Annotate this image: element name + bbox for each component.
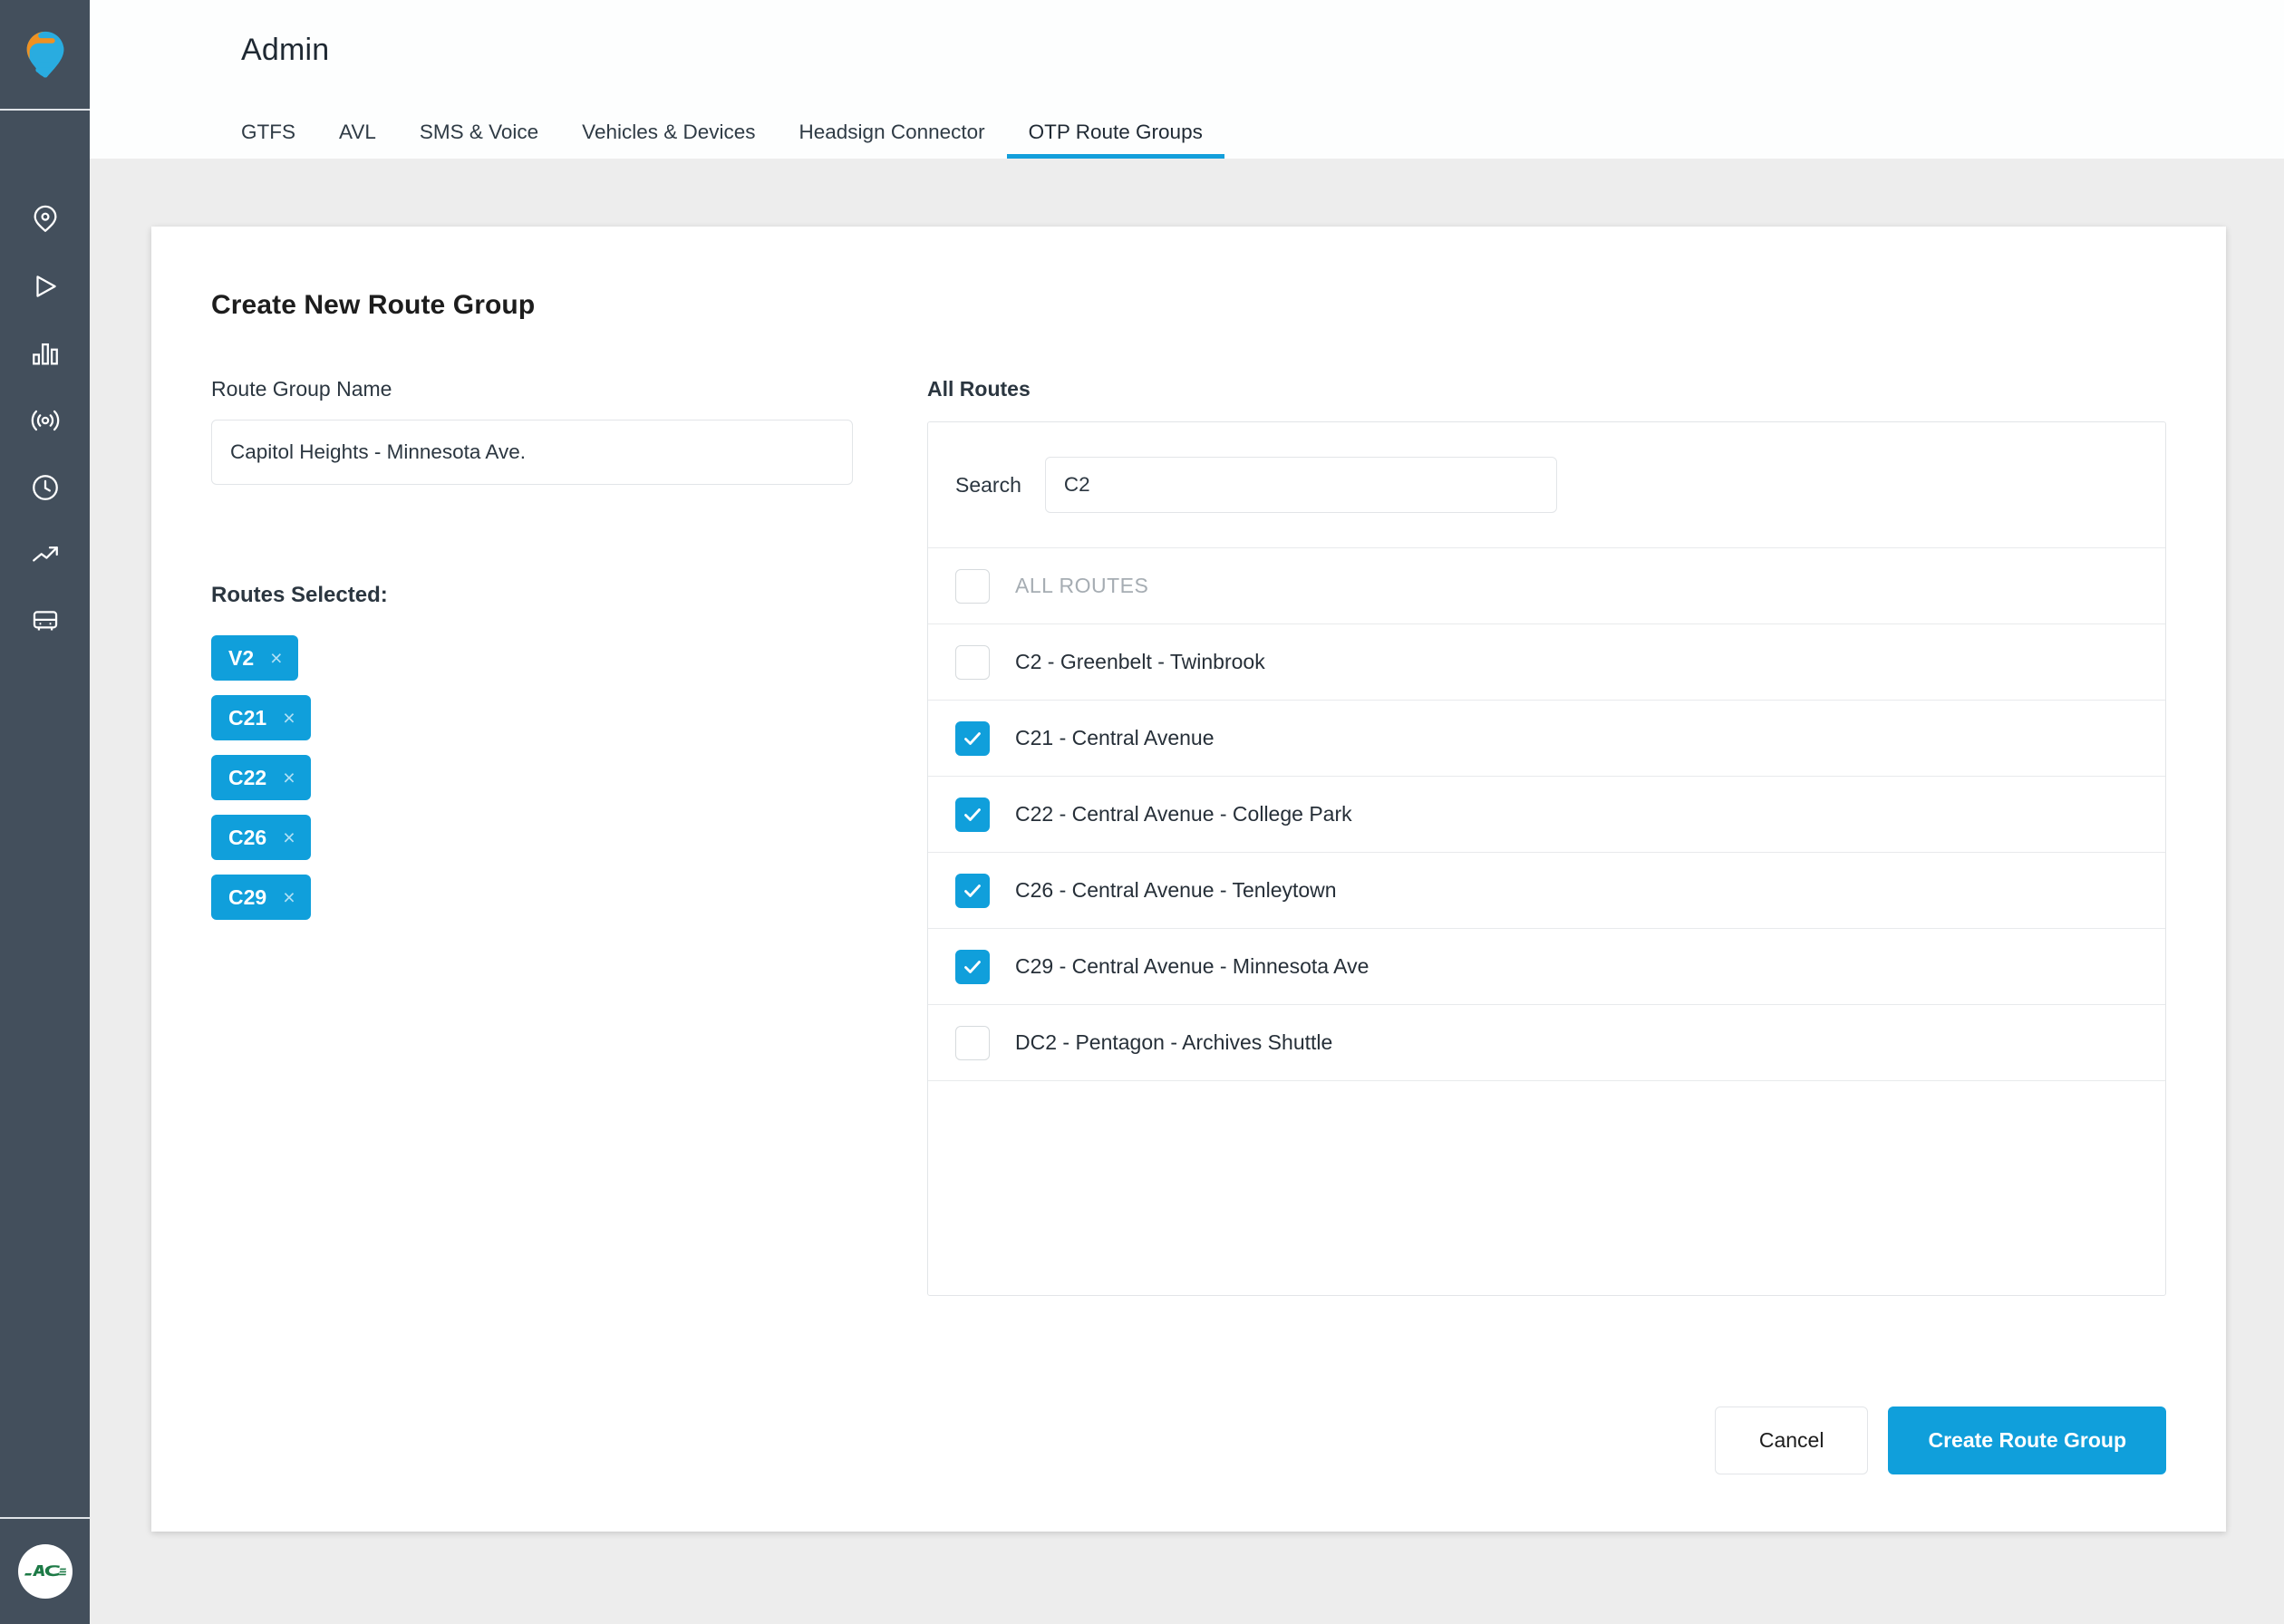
route-group-name-label: Route Group Name: [211, 377, 392, 401]
route-group-name-input[interactable]: [211, 420, 853, 485]
route-chip[interactable]: V2 ×: [211, 635, 298, 681]
check-icon: [964, 807, 981, 821]
all-routes-panel: Search ALL ROUTES C2 - Gr: [927, 421, 2166, 1296]
routes-selected-label: Routes Selected:: [211, 583, 388, 607]
tab-vehicles-devices[interactable]: Vehicles & Devices: [560, 121, 777, 160]
page-title: Admin: [241, 33, 330, 67]
chip-label: C29: [228, 884, 267, 909]
table-row[interactable]: DC2 - Pentagon - Archives Shuttle: [928, 1005, 2165, 1081]
all-routes-label: All Routes: [927, 377, 1031, 401]
tab-headsign-connector[interactable]: Headsign Connector: [778, 121, 1007, 160]
bar-chart-icon: [30, 338, 61, 369]
form-columns: Route Group Name Routes Selected: V2 × C…: [211, 377, 2166, 1474]
search-label: Search: [955, 472, 1021, 497]
route-chip[interactable]: C22 ×: [211, 755, 311, 800]
check-icon: [964, 731, 981, 745]
table-row[interactable]: C22 - Central Avenue - College Park: [928, 777, 2165, 853]
cancel-button[interactable]: Cancel: [1714, 1406, 1869, 1474]
tab-otp-route-groups[interactable]: OTP Route Groups: [1006, 121, 1225, 160]
tab-gtfs[interactable]: GTFS: [241, 121, 317, 160]
chip-remove-icon[interactable]: ×: [283, 886, 295, 908]
avatar[interactable]: [17, 1544, 73, 1599]
sidebar-item-vehicles[interactable]: [0, 588, 90, 655]
route-label: C29 - Central Avenue - Minnesota Ave: [1015, 954, 1369, 978]
route-chip[interactable]: C26 ×: [211, 815, 311, 860]
broadcast-icon: [29, 404, 62, 437]
main-column: Admin GTFS AVL SMS & Voice Vehicles & De…: [90, 0, 2284, 1624]
avatar-container[interactable]: [0, 1517, 90, 1624]
table-row[interactable]: C26 - Central Avenue - Tenleytown: [928, 853, 2165, 929]
route-chip[interactable]: C21 ×: [211, 695, 311, 740]
sidebar-item-trends[interactable]: [0, 521, 90, 588]
route-label: C21 - Central Avenue: [1015, 726, 1215, 749]
route-checkbox[interactable]: [955, 644, 990, 680]
checkbox-all-routes[interactable]: [955, 568, 990, 604]
check-icon: [964, 884, 981, 897]
tab-sms-voice[interactable]: SMS & Voice: [398, 121, 560, 160]
sidebar-nav: [0, 186, 90, 655]
sidebar-item-reports[interactable]: [0, 320, 90, 387]
table-row[interactable]: C29 - Central Avenue - Minnesota Ave: [928, 929, 2165, 1005]
route-label: C26 - Central Avenue - Tenleytown: [1015, 878, 1337, 902]
card-actions: Cancel Create Route Group: [927, 1406, 2166, 1474]
play-icon: [30, 271, 61, 302]
search-input[interactable]: [1044, 457, 1557, 513]
content-area: Create New Route Group Route Group Name …: [90, 159, 2284, 1624]
route-list: ALL ROUTES C2 - Greenbelt - Twinbrook C2…: [928, 547, 2165, 1081]
route-checkbox[interactable]: [955, 873, 990, 908]
sidebar-item-live[interactable]: [0, 387, 90, 454]
route-label: ALL ROUTES: [1015, 574, 1149, 597]
route-checkbox[interactable]: [955, 1025, 990, 1060]
avatar-logo-icon: [24, 1565, 66, 1577]
app-root: Admin GTFS AVL SMS & Voice Vehicles & De…: [0, 0, 2284, 1624]
top-bar: Admin GTFS AVL SMS & Voice Vehicles & De…: [90, 0, 2284, 159]
chip-remove-icon[interactable]: ×: [283, 826, 295, 848]
tab-avl[interactable]: AVL: [317, 121, 398, 160]
bus-icon: [30, 606, 61, 637]
chip-label: C21: [228, 705, 267, 730]
create-route-group-button[interactable]: Create Route Group: [1888, 1406, 2166, 1474]
chip-remove-icon[interactable]: ×: [270, 647, 282, 669]
chip-remove-icon[interactable]: ×: [283, 767, 295, 788]
chip-label: C22: [228, 765, 267, 789]
sidebar-item-schedule[interactable]: [0, 454, 90, 521]
check-icon: [964, 960, 981, 973]
left-sidebar: [0, 0, 90, 1624]
trending-up-icon: [30, 539, 61, 570]
route-label: C22 - Central Avenue - College Park: [1015, 802, 1352, 826]
route-label: C2 - Greenbelt - Twinbrook: [1015, 650, 1265, 673]
route-checkbox[interactable]: [955, 949, 990, 984]
route-row-all-routes[interactable]: ALL ROUTES: [928, 548, 2165, 624]
selected-route-chips: V2 × C21 × C22 × C26 × C29 ×: [211, 635, 927, 920]
sidebar-item-map[interactable]: [0, 186, 90, 253]
clock-icon: [30, 472, 61, 503]
table-row[interactable]: C2 - Greenbelt - Twinbrook: [928, 624, 2165, 701]
admin-tab-bar: GTFS AVL SMS & Voice Vehicles & Devices …: [90, 99, 2284, 159]
chip-label: V2: [228, 645, 255, 670]
app-logo[interactable]: [0, 0, 90, 111]
map-pin-icon: [30, 204, 61, 235]
route-checkbox[interactable]: [955, 720, 990, 756]
card-title: Create New Route Group: [211, 290, 536, 320]
swiftly-logo-icon: [26, 31, 63, 78]
route-checkbox[interactable]: [955, 797, 990, 832]
route-label: DC2 - Pentagon - Archives Shuttle: [1015, 1030, 1333, 1054]
table-row[interactable]: C21 - Central Avenue: [928, 701, 2165, 777]
route-chip[interactable]: C29 ×: [211, 875, 311, 920]
left-column: Route Group Name Routes Selected: V2 × C…: [211, 377, 927, 920]
chip-label: C26: [228, 825, 267, 849]
create-route-group-card: Create New Route Group Route Group Name …: [151, 227, 2226, 1532]
chip-remove-icon[interactable]: ×: [283, 707, 295, 729]
sidebar-item-playback[interactable]: [0, 253, 90, 320]
search-row: Search: [928, 422, 2165, 547]
right-column: All Routes Search ALL ROUTES: [927, 377, 2166, 1474]
